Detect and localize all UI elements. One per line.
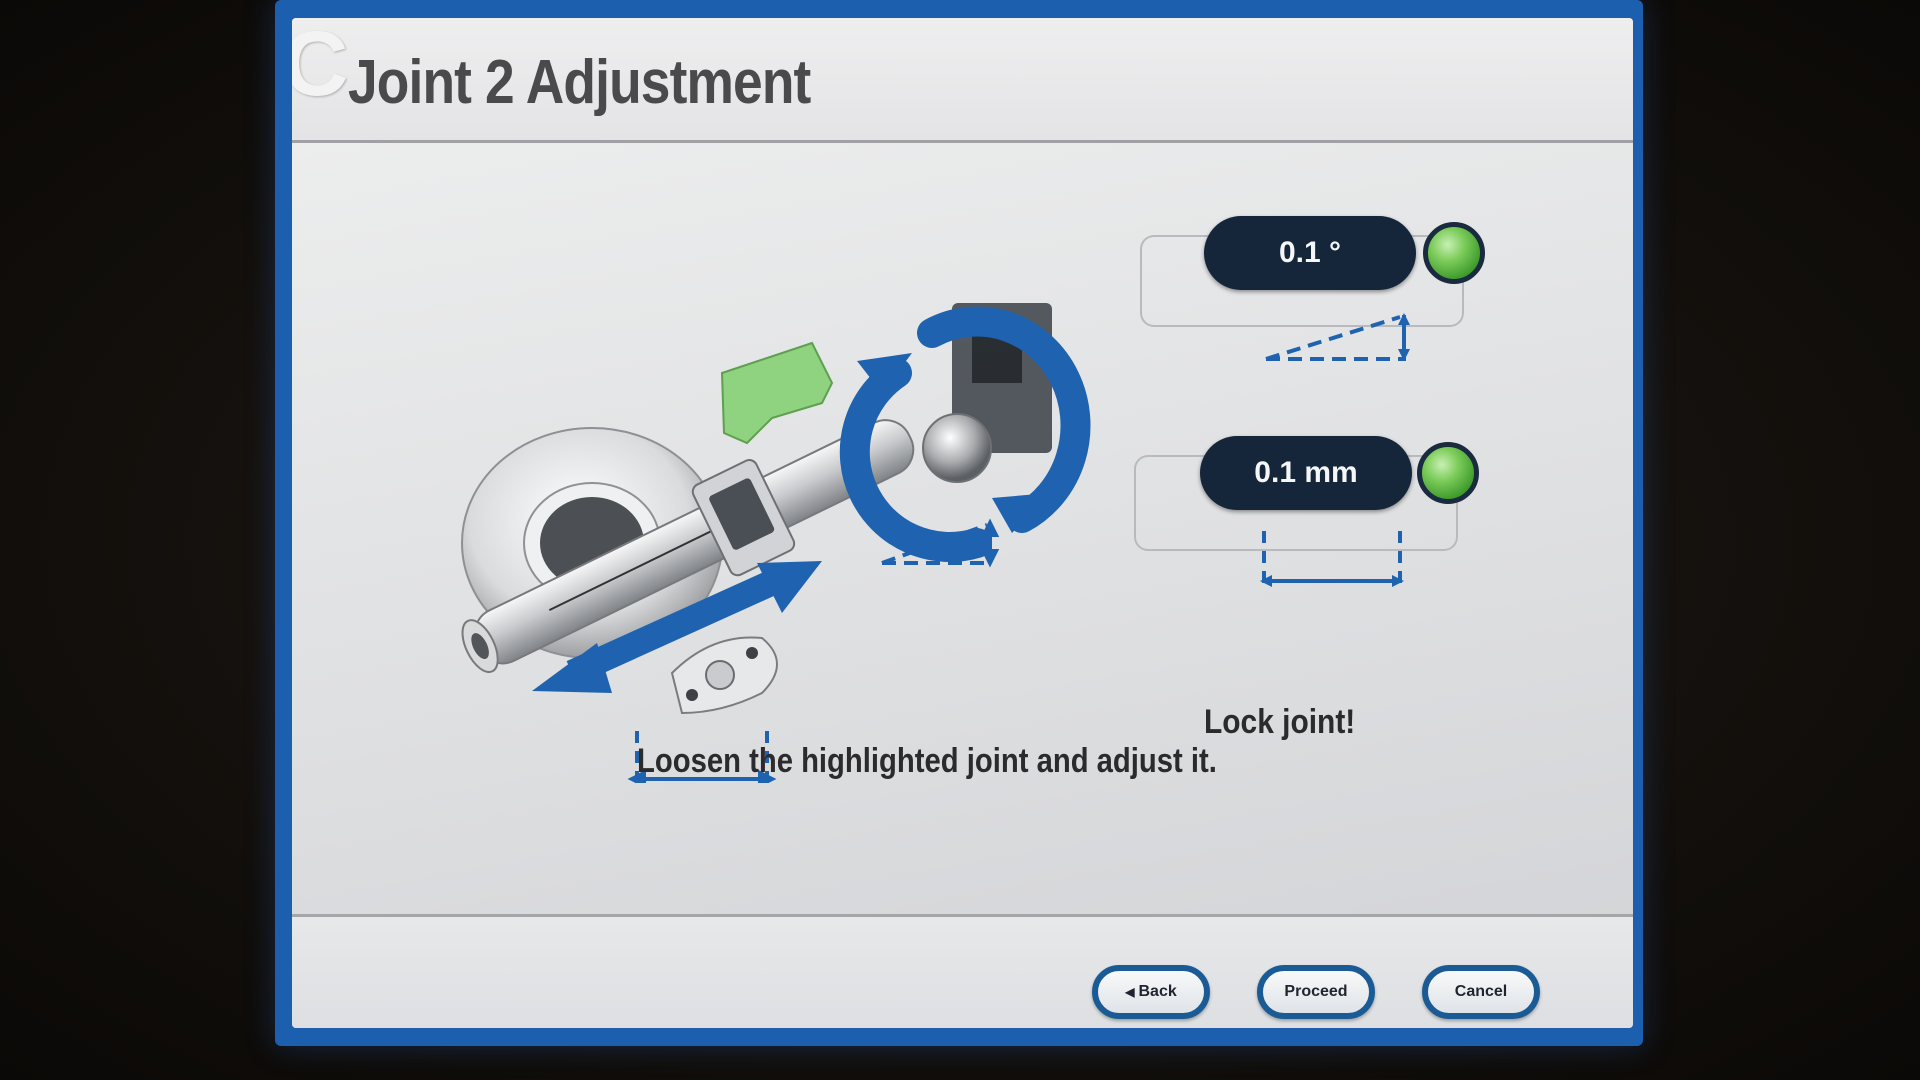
highlighted-joint-knob-icon <box>720 341 834 445</box>
clamp-icon <box>670 636 778 715</box>
header: C Joint 2 Adjustment <box>292 18 1633 140</box>
app-screen: C Joint 2 Adjustment 0.1 ° 0.1 mm Lock j… <box>292 18 1633 1028</box>
cancel-button[interactable]: Cancel <box>1422 965 1540 1019</box>
screen-letter: C <box>292 18 349 115</box>
back-button[interactable]: ◀ Back <box>1092 965 1210 1019</box>
proceed-button-label: Proceed <box>1284 983 1348 1000</box>
angle-status-icon <box>1423 222 1485 284</box>
angle-indicator-icon <box>1265 313 1410 361</box>
main-content: 0.1 ° 0.1 mm Lock joint! <box>292 143 1633 925</box>
distance-readout: 0.1 mm <box>1200 436 1412 510</box>
cancel-button-label: Cancel <box>1454 983 1508 1000</box>
distance-status-icon <box>1417 442 1479 504</box>
page-title: Joint 2 Adjustment <box>348 48 811 117</box>
joint-illustration <box>461 303 1091 783</box>
left-triangle-icon: ◀ <box>1125 985 1135 999</box>
back-button-label: Back <box>1138 983 1177 1000</box>
distance-indicator-small-icon <box>1260 531 1404 587</box>
ball-joint-icon <box>922 413 992 483</box>
footer: ◀ Back Proceed Cancel <box>292 917 1633 1028</box>
angle-readout: 0.1 ° <box>1204 216 1416 290</box>
instruction-text: Loosen the highlighted joint and adjust … <box>637 742 1217 780</box>
proceed-button[interactable]: Proceed <box>1257 965 1375 1019</box>
lock-joint-message: Lock joint! <box>1204 703 1356 741</box>
